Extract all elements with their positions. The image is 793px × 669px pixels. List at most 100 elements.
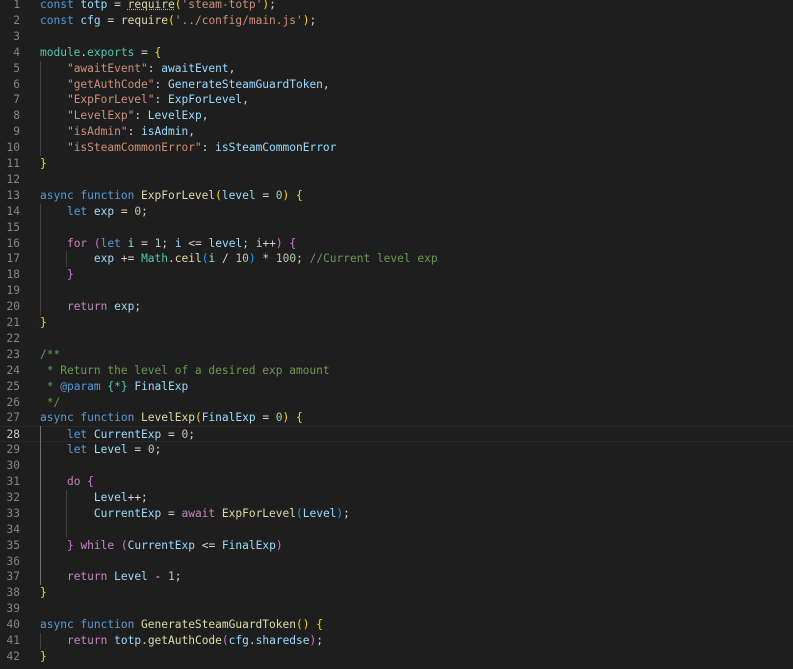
code-line[interactable]: 5 "awaitEvent": awaitEvent,	[0, 61, 793, 77]
code-line[interactable]: 42}	[0, 649, 793, 665]
code-line[interactable]: 19	[0, 283, 793, 299]
code-editor[interactable]: 1 const totp = require('steam-totp'); 2 con…	[0, 0, 793, 669]
code-token: 0	[147, 443, 155, 457]
line-code: }	[40, 585, 47, 601]
code-line[interactable]: 6 "getAuthCode": GenerateSteamGuardToken…	[0, 77, 793, 93]
code-token: "ExpForLevel"	[66, 93, 155, 107]
code-line[interactable]: 34	[0, 522, 793, 538]
line-code: for (let i = 1; i <= level; i++) {	[40, 236, 296, 252]
indent-guide	[66, 251, 67, 268]
code-token: ExpForLevel	[141, 188, 216, 202]
line-number: 16	[6, 236, 20, 250]
line-code: }	[40, 315, 47, 331]
code-token: :	[127, 125, 142, 139]
code-token: ++;	[127, 490, 148, 504]
code-token: function	[80, 618, 142, 632]
code-token: (	[168, 13, 175, 27]
code-line[interactable]: 13 async function ExpForLevel(level = 0) …	[0, 188, 793, 204]
code-line[interactable]: 1 const totp = require('steam-totp');	[0, 0, 793, 13]
code-token: =	[107, 0, 128, 11]
code-line[interactable]: 25 * @param {*} FinalExp	[0, 379, 793, 395]
code-token: "isSteamCommonError"	[66, 141, 202, 155]
code-line[interactable]: 11}	[0, 156, 793, 172]
code-token: require	[120, 13, 169, 27]
code-line[interactable]: 9 "isAdmin": isAdmin,	[0, 124, 793, 140]
line-number: 14	[6, 204, 20, 218]
line-code: */	[40, 395, 60, 411]
code-token: 1	[168, 570, 175, 584]
code-token: CurrentExp	[93, 506, 162, 520]
code-line[interactable]: 15	[0, 220, 793, 236]
line-code: let Level = 0;	[40, 442, 161, 458]
code-line[interactable]: 33 CurrentExp = await ExpForLevel(Level)…	[0, 506, 793, 522]
code-line[interactable]: 39	[0, 601, 793, 617]
code-token: awaitEvent	[161, 61, 229, 75]
code-line[interactable]: 4 module.exports = {	[0, 45, 793, 61]
code-token: Level	[93, 443, 128, 457]
code-token: *	[255, 252, 276, 266]
line-code: "awaitEvent": awaitEvent,	[40, 61, 235, 77]
code-token: {	[87, 475, 94, 488]
code-token: exp	[114, 300, 135, 314]
code-token: const	[40, 13, 81, 27]
code-line[interactable]: 17 exp += Math.ceil(i / 10) * 100; //Cur…	[0, 251, 793, 267]
code-token: //Current level exp	[309, 252, 438, 266]
code-line[interactable]: 28 let CurrentExp = 0;	[0, 426, 793, 443]
code-line[interactable]: 29 let Level = 0;	[0, 442, 793, 458]
code-line[interactable]: 24 * Return the level of a desired exp a…	[0, 363, 793, 379]
line-code: const cfg = require('../config/main.js')…	[40, 13, 316, 29]
code-token: async	[40, 188, 81, 202]
code-token: ;	[188, 428, 195, 442]
line-number: 33	[6, 506, 20, 520]
line-code: * @param {*} FinalExp	[40, 379, 189, 395]
code-token: Level	[302, 506, 337, 520]
code-line[interactable]: 18 }	[0, 267, 793, 283]
code-line[interactable]: 20 return exp;	[0, 299, 793, 315]
code-line[interactable]: 31 do {	[0, 474, 793, 490]
code-token: =	[114, 204, 135, 218]
code-line[interactable]: 14 let exp = 0;	[0, 204, 793, 220]
code-token: ,	[228, 61, 236, 75]
code-token: (	[120, 538, 128, 552]
code-line[interactable]: 40 async function GenerateSteamGuardToken…	[0, 617, 793, 633]
line-number: 35	[6, 538, 20, 552]
code-line[interactable]: 8 "LevelExp": LevelExp,	[0, 108, 793, 124]
code-line[interactable]: 3	[0, 29, 793, 45]
code-line[interactable]: 23 /**	[0, 347, 793, 363]
code-line[interactable]: 35 } while (CurrentExp <= FinalExp)	[0, 538, 793, 554]
line-code: return exp;	[40, 299, 141, 315]
line-number: 30	[6, 459, 20, 473]
code-line[interactable]: 41 return totp.getAuthCode(cfg.sharedse)…	[0, 633, 793, 649]
code-token: return	[66, 570, 115, 584]
code-line[interactable]: 7 "ExpForLevel": ExpForLevel,	[0, 92, 793, 108]
code-line[interactable]: 30	[0, 458, 793, 474]
code-token: {	[289, 236, 297, 250]
code-line[interactable]: 37 return Level - 1;	[0, 569, 793, 585]
line-number: 13	[6, 188, 20, 202]
code-token: isAdmin	[141, 125, 189, 139]
code-line[interactable]: 22	[0, 331, 793, 347]
code-line[interactable]: 21}	[0, 315, 793, 331]
code-line[interactable]: 36	[0, 554, 793, 570]
code-line[interactable]: 26 */	[0, 395, 793, 411]
code-token: Math	[141, 252, 169, 266]
line-code: const totp = require('steam-totp');	[40, 0, 276, 13]
code-line[interactable]: 10 "isSteamCommonError": isSteamCommonEr…	[0, 140, 793, 156]
code-line[interactable]: 12	[0, 172, 793, 188]
line-number: 19	[6, 284, 20, 298]
code-token: {*}	[107, 379, 128, 393]
code-token: .	[168, 252, 175, 266]
code-token: -	[147, 570, 169, 584]
code-line[interactable]: 27 async function LevelExp(FinalExp = 0) …	[0, 410, 793, 426]
code-line[interactable]: 2 const cfg = require('../config/main.js'…	[0, 13, 793, 29]
line-number: 3	[13, 29, 20, 43]
code-token: }	[66, 538, 81, 552]
code-line[interactable]: 32 Level++;	[0, 490, 793, 506]
code-token: ;	[309, 13, 317, 27]
code-line[interactable]: 16 for (let i = 1; i <= level; i++) {	[0, 236, 793, 252]
line-number: 15	[6, 220, 20, 234]
code-token: {	[296, 188, 303, 202]
code-line[interactable]: 38}	[0, 585, 793, 601]
line-number: 40	[6, 618, 20, 632]
